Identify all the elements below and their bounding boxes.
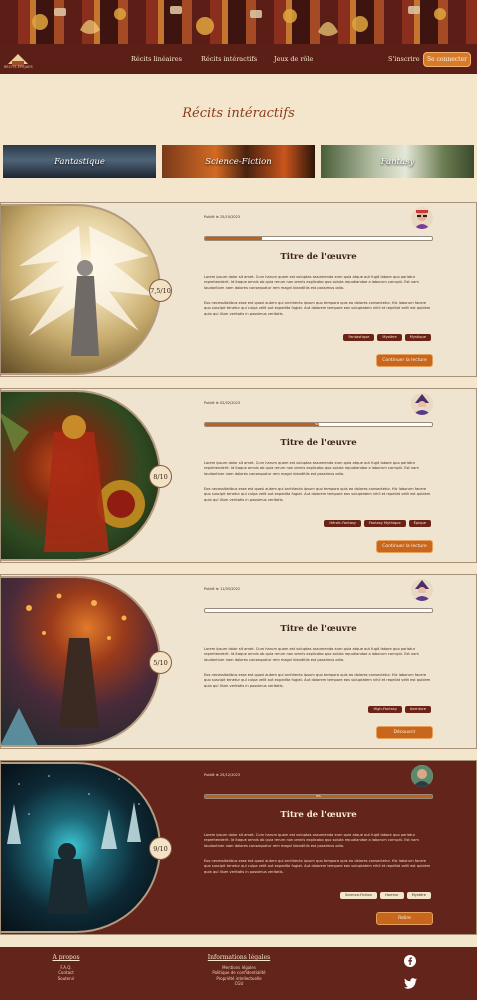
genre-tile-science-fiction[interactable]: Science-Fiction	[162, 145, 315, 178]
publish-date: Publié le 25/10/2023	[204, 215, 241, 219]
nav-link-roleplay[interactable]: Jeux de rôle	[274, 55, 313, 63]
story-cover-image[interactable]	[1, 762, 161, 933]
story-card: 9/10 Publié le 25/12/2023 0% Titre de l'…	[0, 760, 477, 935]
genre-tag[interactable]: Épique	[408, 520, 431, 527]
progress-label: 0%	[316, 794, 321, 798]
rating-badge: 9/10	[149, 837, 172, 860]
reading-progress-bar	[204, 608, 433, 613]
story-summary: Eos necessitatibus esse est quasi autem …	[204, 301, 431, 316]
genre-tag[interactable]: Fantastique	[343, 334, 375, 341]
story-cover-image[interactable]	[1, 576, 161, 747]
story-card: 8/10 Publié le 02/02/2023 50% Titre de l…	[0, 388, 477, 563]
genre-label: Fantasy	[380, 156, 415, 167]
story-title: Titre de l'œuvre	[280, 438, 357, 448]
genre-label: Science-Fiction	[205, 156, 272, 167]
genre-label: Fantastique	[54, 156, 105, 167]
footer-heading: A propos	[52, 954, 80, 961]
author-avatar[interactable]	[411, 765, 433, 787]
story-summary: Eos necessitatibus esse est quasi autem …	[204, 859, 431, 874]
genre-tag[interactable]: Héroïc-Fantasy	[324, 520, 362, 527]
footer-heading: Informations légales	[207, 954, 271, 961]
genre-tag[interactable]: Mystique	[404, 334, 431, 341]
story-summary: Lorem ipsum dolor sit amet. Cum harum qu…	[204, 275, 419, 290]
genre-tag[interactable]: High-Fantasy	[368, 706, 402, 713]
genre-tag[interactable]: Mystère	[406, 892, 431, 899]
decorative-banner	[0, 0, 477, 44]
story-title: Titre de l'œuvre	[280, 252, 357, 262]
story-summary: Lorem ipsum dolor sit amet. Cum harum qu…	[204, 647, 419, 662]
footer-legal: Informations légales Mentions légales Po…	[189, 954, 289, 986]
facebook-icon[interactable]	[404, 955, 416, 967]
tag-list: Science-Fiction Horreur Mystère	[340, 892, 431, 899]
author-avatar[interactable]	[411, 579, 433, 601]
genre-tag[interactable]: Aventure	[404, 706, 431, 713]
nav-link-linear[interactable]: Récits linéaires	[131, 55, 182, 63]
footer-about: A propos F.A.Q. Contact Soutenir	[38, 954, 94, 981]
continue-reading-button[interactable]: Continuer la lecture	[376, 540, 433, 553]
rating-badge: 8/10	[149, 465, 172, 488]
logo-text: RÉCITS ÉPIQUES	[4, 65, 33, 69]
publish-date: Publié le 02/02/2023	[204, 401, 241, 405]
nav-link-interactive[interactable]: Récits intéractifs	[201, 55, 257, 63]
story-summary: Lorem ipsum dolor sit amet. Cum harum qu…	[204, 461, 419, 476]
story-cover-image[interactable]	[1, 390, 161, 561]
genre-tag[interactable]: Horreur	[379, 892, 404, 899]
story-cover-image[interactable]	[1, 204, 161, 375]
story-title: Titre de l'œuvre	[280, 810, 357, 820]
register-link[interactable]: S'inscrire	[388, 55, 420, 63]
genre-tag[interactable]: Science-Fiction	[340, 892, 377, 899]
reading-progress-bar: 0%	[204, 794, 433, 799]
rating-badge: 5/10	[149, 651, 172, 674]
footer-link-support[interactable]: Soutenir	[38, 976, 94, 981]
rating-badge: 7,5/10	[149, 279, 172, 302]
publish-date: Publié le 11/03/2022	[204, 587, 241, 591]
continue-reading-button[interactable]: Continuer la lecture	[376, 354, 433, 367]
story-summary: Lorem ipsum dolor sit amet. Cum harum qu…	[204, 833, 419, 848]
genre-tile-fantasy[interactable]: Fantasy	[321, 145, 474, 178]
story-title: Titre de l'œuvre	[280, 624, 357, 634]
genre-tag[interactable]: Fantasy Mythique	[364, 520, 406, 527]
page-title: Récits intéractifs	[182, 106, 295, 121]
progress-label: 50%	[315, 422, 322, 426]
story-summary: Eos necessitatibus esse est quasi autem …	[204, 487, 431, 502]
reading-progress-bar: 25%	[204, 236, 433, 241]
footer-link-cgu[interactable]: CGU	[189, 981, 289, 986]
reread-button[interactable]: Relire	[376, 912, 433, 925]
publish-date: Publié le 25/12/2023	[204, 773, 241, 777]
genre-tag[interactable]: Mystère	[377, 334, 402, 341]
author-avatar[interactable]	[411, 207, 433, 229]
author-avatar[interactable]	[411, 393, 433, 415]
story-card: 5/10 Publié le 11/03/2022 Titre de l'œuv…	[0, 574, 477, 749]
progress-label: 25%	[315, 236, 322, 240]
tag-list: Héroïc-Fantasy Fantasy Mythique Épique	[324, 520, 431, 527]
tag-list: High-Fantasy Aventure	[368, 706, 431, 713]
story-summary: Eos necessitatibus esse est quasi autem …	[204, 673, 431, 688]
genre-tile-fantastique[interactable]: Fantastique	[3, 145, 156, 178]
story-card: 7,5/10 Publié le 25/10/2023 25% Titre de…	[0, 202, 477, 377]
tag-list: Fantastique Mystère Mystique	[343, 334, 431, 341]
reading-progress-bar: 50%	[204, 422, 433, 427]
discover-button[interactable]: Découvrir	[376, 726, 433, 739]
login-button[interactable]: Se connecter	[423, 52, 471, 67]
twitter-icon[interactable]	[404, 978, 417, 989]
